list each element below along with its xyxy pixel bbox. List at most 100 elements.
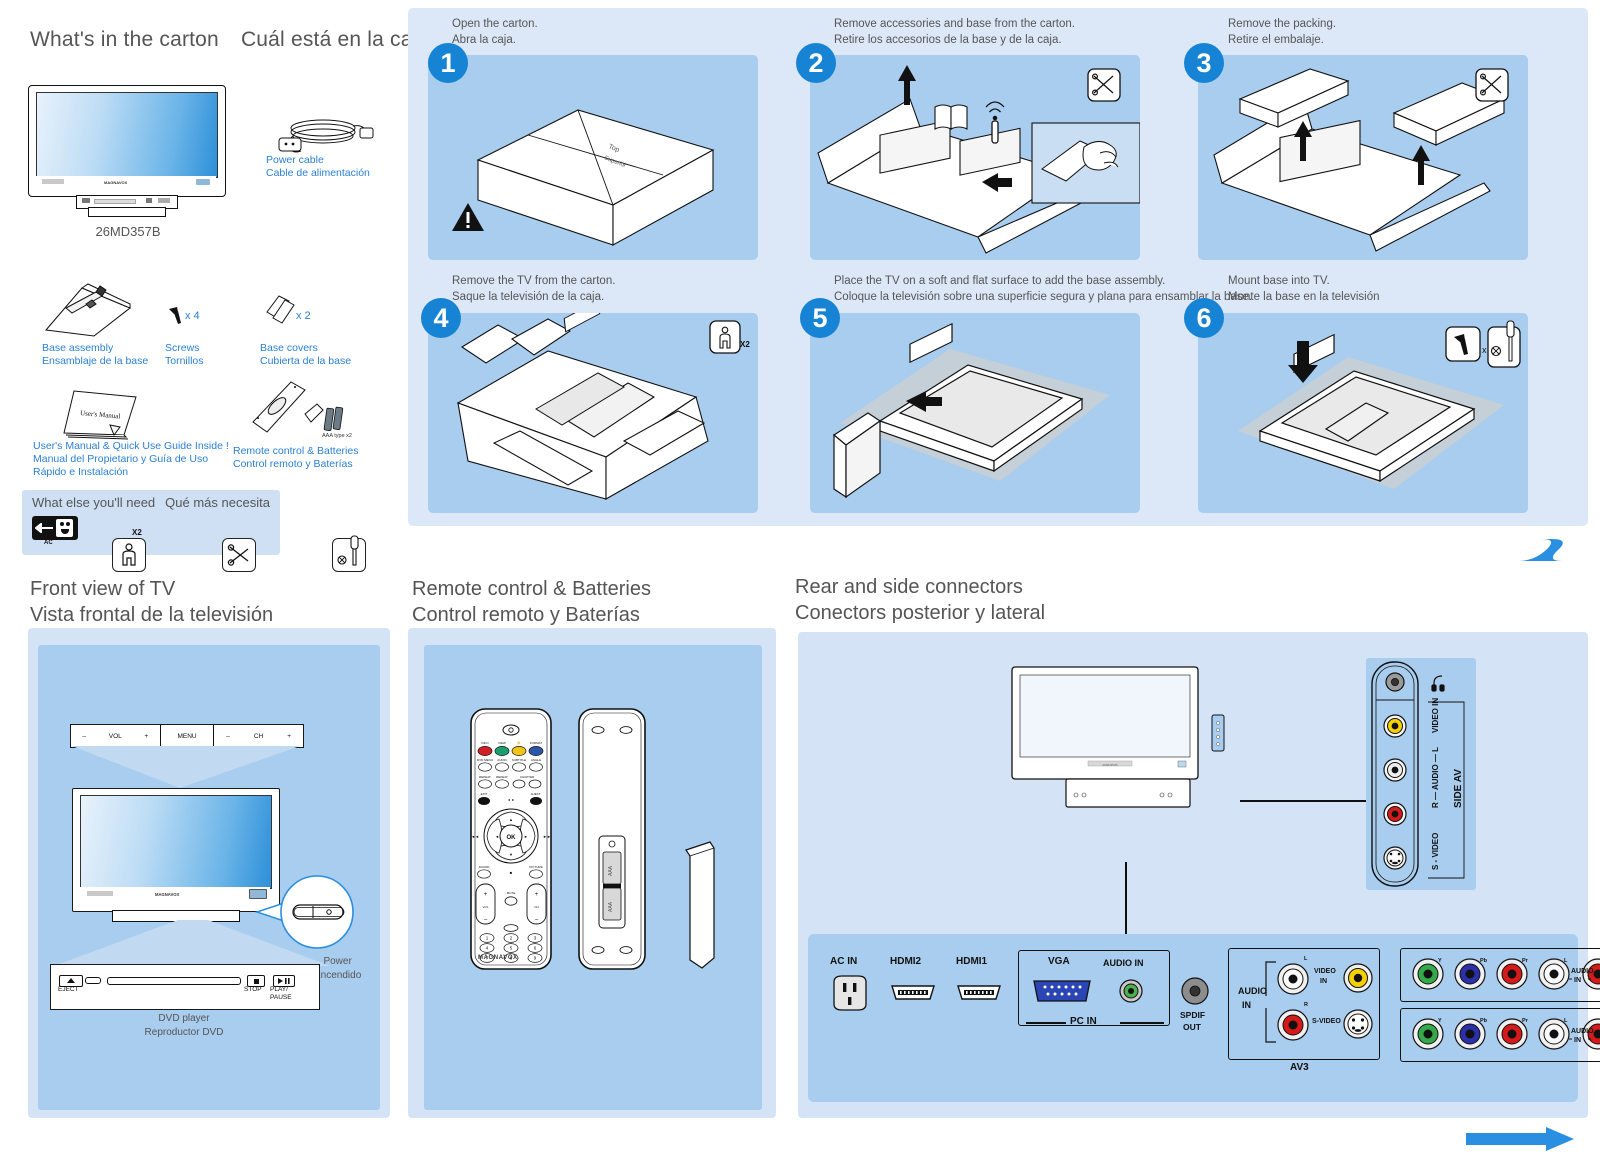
step-1-illustration: Top Superior	[428, 55, 758, 260]
ac-in-label: AC IN	[830, 956, 858, 967]
step-5-illustration	[810, 313, 1140, 513]
svg-text:+: +	[484, 892, 488, 898]
step-4-illustration: X2	[428, 299, 758, 513]
step-1-number: 1	[428, 43, 468, 83]
connectors-heading: Rear and side connectors Conectors poste…	[795, 576, 1045, 625]
dvd-disc-slot	[107, 977, 241, 985]
svg-text:ANGLE: ANGLE	[531, 758, 541, 762]
power-cable-label: Power cable Cable de alimentación	[266, 154, 370, 179]
connectors-title-en: Rear and side connectors	[795, 576, 1023, 598]
svg-text:INFO: INFO	[481, 741, 489, 745]
side-av-panel: VIDEO IN R — AUDIO — L S - VIDEO SIDE AV	[1366, 658, 1476, 890]
svg-text:SIDE AV: SIDE AV	[1453, 769, 1464, 808]
step-6-illustration: x 4	[1198, 313, 1528, 513]
ch-plus-button[interactable]: +	[287, 733, 291, 740]
svg-text:▼: ▼	[509, 852, 513, 857]
step4-tool-qty: X2	[740, 340, 750, 349]
pc-in-rule-right	[1120, 1022, 1164, 1024]
tv-rear-illustration: 26MD357B	[1010, 665, 1226, 865]
dvd-player-label: DVD player Reproductor DVD	[144, 1013, 224, 1038]
vga-label: VGA	[1048, 956, 1070, 967]
svg-text:26MD357B: 26MD357B	[1102, 763, 1117, 767]
av3-audio-l-jack	[1276, 962, 1310, 1001]
vol-plus-button[interactable]: +	[145, 733, 149, 740]
remote-title-es: Control remoto y Baterías	[412, 604, 640, 626]
step-6-caption-en: Mount base into TV.	[1228, 275, 1330, 287]
step-1: Open the carton. Abra la caja.	[452, 18, 538, 46]
step-1-caption-en: Open the carton.	[452, 18, 538, 30]
svg-text:L: L	[1564, 958, 1568, 964]
front-view-title-es: Vista frontal de la televisión	[30, 604, 274, 626]
step-5-caption-en: Place the TV on a soft and flat surface …	[834, 275, 1166, 287]
av3-video-in-label: IN	[1320, 978, 1327, 985]
step-6: Mount base into TV. Monte la base en la …	[1228, 275, 1380, 303]
screws-qty: x 4	[185, 310, 200, 322]
step-3-illustration	[1198, 55, 1528, 260]
pc-audio-in-jack	[1118, 978, 1144, 1009]
av3-label: AV3	[1290, 1062, 1309, 1073]
vol-minus-button[interactable]: –	[82, 733, 86, 740]
connectors-title-es: Conectors posterior y lateral	[795, 602, 1046, 624]
svg-text:FORMAT: FORMAT	[530, 741, 543, 745]
svg-text:CHAPTER: CHAPTER	[520, 775, 535, 779]
pc-in-rule-left	[1026, 1022, 1066, 1024]
svg-text:◄◄: ◄◄	[471, 834, 479, 839]
ac-outlet-icon: AC	[32, 516, 78, 546]
base-assembly-illustration	[42, 278, 134, 340]
step-2-caption-es: Retire los accesorios de la base y de la…	[834, 34, 1062, 46]
vol-label: VOL	[108, 732, 122, 740]
av3-video-label: VIDEO	[1314, 968, 1336, 975]
step-4-caption-en: Remove the TV from the carton.	[452, 275, 616, 287]
svg-text:◄: ◄	[495, 834, 499, 839]
base-assembly-label: Base assembly Ensamblaje de la base	[42, 342, 149, 367]
vga-port	[1030, 976, 1094, 1011]
step-4: Remove the TV from the carton. Saque la …	[452, 275, 615, 303]
svg-text:L: L	[1564, 1018, 1568, 1024]
step-3-caption-es: Retire el embalaje.	[1228, 34, 1324, 46]
battery-type-note: AAA type x2	[322, 433, 352, 439]
dvd-player-bar: EJECT STOP PLAY/ PAUSE	[50, 964, 320, 1010]
next-page-arrow-bottom	[1466, 1126, 1576, 1157]
svg-text:REPEAT: REPEAT	[479, 775, 491, 779]
av3-svideo-label: S-VIDEO	[1312, 1018, 1341, 1025]
svg-text:▲: ▲	[509, 817, 513, 822]
svg-text:VIDEO IN: VIDEO IN	[1431, 698, 1440, 733]
tv-front-brand: MAGNAVOX	[155, 892, 180, 897]
base-covers-illustration	[263, 292, 299, 333]
step-4-number: 4	[421, 298, 461, 338]
step-5-number: 5	[800, 298, 840, 338]
what-else-needed-panel: What else you'll need Qué más necesita A…	[22, 490, 366, 572]
base-covers-label: Base covers Cubierta de la base	[260, 342, 352, 367]
rear-leader-line	[1125, 862, 1127, 934]
scissors-icon	[222, 538, 256, 572]
hdmi1-label: HDMI1	[956, 956, 988, 967]
svg-text:►: ►	[524, 834, 528, 839]
svg-text:AUDIO: AUDIO	[497, 758, 507, 762]
step-5: Place the TV on a soft and flat surface …	[834, 275, 1252, 303]
remote-brand: MAGNAVOX	[478, 955, 518, 961]
svg-text:Pr: Pr	[1522, 958, 1529, 964]
step-1-caption-es: Abra la caja.	[452, 34, 516, 46]
remote-heading: Remote control & Batteries Control remot…	[412, 578, 651, 627]
svg-text:SUBTITLE: SUBTITLE	[512, 758, 526, 762]
step-2: Remove accessories and base from the car…	[834, 18, 1075, 46]
svg-text:DVD MENU: DVD MENU	[477, 758, 493, 762]
menu-button[interactable]: MENU	[177, 733, 196, 740]
rear-connector-panel: AC IN HDMI2 HDMI1 VGA AUDIO IN PC IN SPD…	[808, 934, 1600, 1102]
av3-audio-in-label: IN	[1242, 1000, 1251, 1010]
two-people-qty: X2	[132, 528, 142, 537]
svg-text:EJECT: EJECT	[531, 792, 541, 796]
svg-text:R — AUDIO — L: R — AUDIO — L	[1431, 747, 1440, 808]
spdif-out-jack	[1180, 976, 1210, 1011]
screws-illustration	[165, 305, 187, 332]
ch-minus-button[interactable]: –	[226, 733, 230, 740]
svg-text:S - VIDEO: S - VIDEO	[1431, 833, 1440, 870]
svg-text:PICTURE: PICTURE	[529, 865, 542, 869]
side-av-leader-line	[1240, 800, 1366, 802]
step-6-number: 6	[1184, 298, 1224, 338]
svg-text:Pb: Pb	[1480, 958, 1488, 964]
remote-batteries-label: Remote control & Batteries Control remot…	[233, 445, 359, 470]
step-2-number: 2	[796, 43, 836, 83]
svg-text:CH: CH	[534, 905, 538, 909]
screws-label: Screws Tornillos	[165, 342, 204, 367]
